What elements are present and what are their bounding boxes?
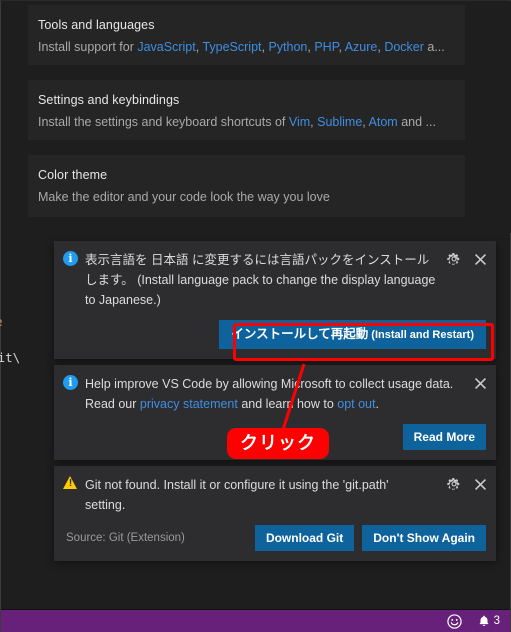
dont-show-again-button[interactable]: Don't Show Again (362, 525, 486, 551)
install-and-restart-button[interactable]: インストールして再起動 (Install and Restart) (219, 320, 486, 349)
link-privacy-statement[interactable]: privacy statement (140, 397, 238, 411)
notification-message: Help improve VS Code by allowing Microso… (85, 374, 472, 414)
desc-suffix: and ... (397, 115, 436, 129)
gear-icon[interactable] (446, 476, 462, 492)
welcome-card-tools-and-languages[interactable]: Tools and languages Install support for … (28, 5, 465, 65)
bell-notification-icon (479, 615, 489, 626)
annotation-bubble-click: クリック (227, 428, 329, 459)
read-more-button[interactable]: Read More (402, 424, 486, 450)
close-icon[interactable] (472, 476, 488, 492)
message-line-1: 表示言語を 日本語 に変更するには言語パックをインストール (85, 253, 430, 267)
welcome-card-title: Color theme (38, 168, 108, 182)
notification-message: Git not found. Install it or configure i… (85, 475, 446, 515)
notification-toast-stack: i 表示言語を 日本語 に変更するには言語パックをインストール します。 (In… (54, 241, 496, 567)
gear-icon[interactable] (446, 251, 462, 267)
welcome-card-color-theme[interactable]: Color theme Make the editor and your cod… (28, 155, 465, 217)
link-opt-out[interactable]: opt out (337, 397, 375, 411)
desc-suffix: a... (423, 40, 445, 54)
link-azure[interactable]: Azure (345, 40, 378, 54)
statusbar-feedback-button[interactable] (446, 610, 463, 632)
link-php[interactable]: PHP (314, 40, 338, 54)
status-bar: 3 (1, 610, 510, 632)
welcome-card-description: Install the settings and keyboard shortc… (38, 115, 436, 129)
link-typescript[interactable]: TypeScript (202, 40, 261, 54)
line2-prefix: Read our (85, 397, 140, 411)
welcome-card-settings-and-keybindings[interactable]: Settings and keybindings Install the set… (28, 80, 465, 140)
notification-language-pack: i 表示言語を 日本語 に変更するには言語パックをインストール します。 (In… (54, 241, 496, 359)
welcome-card-description: Make the editor and your code look the w… (38, 190, 330, 204)
warning-exclamation: ! (68, 478, 73, 489)
link-atom[interactable]: Atom (369, 115, 398, 129)
warning-icon: ! (63, 476, 78, 490)
message-line-3: to Japanese.) (85, 293, 161, 307)
message-line-1: Help improve VS Code by allowing Microso… (85, 377, 454, 391)
notification-count: 3 (493, 615, 500, 627)
link-docker[interactable]: Docker (384, 40, 424, 54)
notification-source: Source: Git (Extension) (66, 532, 185, 544)
button-label-en: (Install and Restart) (368, 329, 474, 341)
welcome-card-description: Install support for JavaScript, TypeScri… (38, 40, 445, 54)
link-vim[interactable]: Vim (289, 115, 310, 129)
link-sublime[interactable]: Sublime (317, 115, 362, 129)
vscode-window: e s\Git\ Tools and languages Install sup… (0, 0, 511, 632)
background-code-fragment-2: s\Git\ (0, 350, 21, 365)
message-line-1: Git not found. Install it or configure i… (85, 478, 389, 492)
welcome-card-title: Tools and languages (38, 18, 155, 32)
desc-prefix: Install the settings and keyboard shortc… (38, 115, 289, 129)
desc-prefix: Install support for (38, 40, 138, 54)
line2-middle: and learn how to (237, 397, 338, 411)
welcome-card-title: Settings and keybindings (38, 93, 180, 107)
info-icon: i (63, 375, 78, 390)
notification-message: 表示言語を 日本語 に変更するには言語パックをインストール します。 (Inst… (85, 250, 446, 310)
info-icon: i (63, 251, 78, 266)
close-icon[interactable] (472, 251, 488, 267)
notification-footer: Source: Git (Extension) Download Git Don… (54, 519, 496, 561)
close-icon[interactable] (472, 375, 488, 391)
link-javascript[interactable]: JavaScript (137, 40, 195, 54)
notification-footer: インストールして再起動 (Install and Restart) (54, 314, 496, 359)
message-line-2: します。 (Install language pack to change th… (85, 273, 436, 287)
message-line-2: setting. (85, 498, 126, 512)
link-python[interactable]: Python (268, 40, 307, 54)
statusbar-notifications-button[interactable]: 3 (476, 610, 501, 632)
download-git-button[interactable]: Download Git (254, 525, 355, 551)
line2-suffix: . (375, 397, 379, 411)
notification-git-not-found: ! Git not found. Install it or configure… (54, 466, 496, 561)
button-label-jp: インストールして再起動 (231, 327, 369, 341)
notification-toolbar (472, 374, 488, 391)
background-code-fragment-1: e (0, 314, 3, 329)
smiley-feedback-icon (446, 613, 462, 629)
welcome-page: Tools and languages Install support for … (1, 1, 511, 233)
notification-toolbar (446, 475, 488, 492)
notification-toolbar (446, 250, 488, 267)
